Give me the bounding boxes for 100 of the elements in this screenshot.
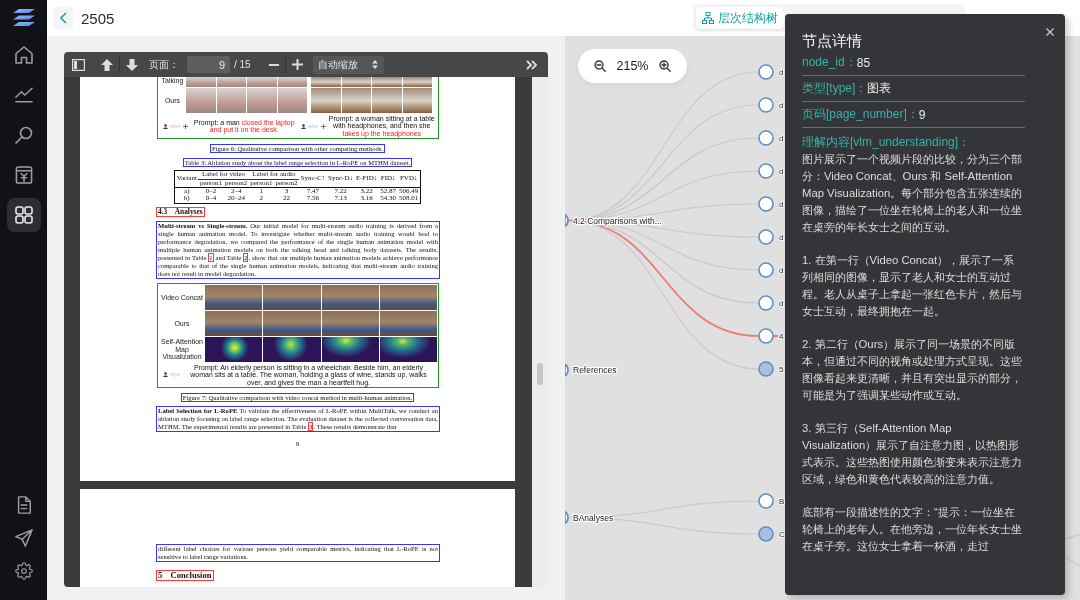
page-number-field[interactable]: 9 <box>187 56 230 73</box>
node-label[interactable]: BAnalyses <box>573 512 614 523</box>
grid-icon <box>14 206 33 224</box>
page-label: 页面： <box>149 57 179 72</box>
photo-placeholder <box>205 284 263 310</box>
search-icon <box>14 126 33 144</box>
close-icon <box>1046 28 1054 36</box>
yen-box-icon <box>14 166 33 184</box>
node-circle-icon[interactable] <box>758 361 774 377</box>
photo-placeholder <box>321 310 379 336</box>
zoom-out-button[interactable] <box>268 63 279 66</box>
section-heading: 5 Conclusion <box>156 570 214 581</box>
heatmap-image <box>263 336 321 362</box>
zoom-in-icon <box>659 60 671 72</box>
zoom-in-button[interactable] <box>291 59 303 70</box>
zoom-mode-select[interactable]: 自动缩放 <box>312 55 384 74</box>
photo-placeholder <box>379 310 437 336</box>
plus-icon <box>291 59 303 70</box>
minus-icon <box>268 63 279 66</box>
node-circle-icon[interactable] <box>758 328 774 344</box>
node-circle-icon[interactable] <box>758 130 774 146</box>
node-label[interactable]: d <box>779 233 784 242</box>
node-label[interactable]: C <box>779 530 785 539</box>
up-down-caret-icon <box>371 60 378 69</box>
logo-icon <box>12 9 35 26</box>
arrow-up-icon <box>101 58 113 71</box>
description-paragraph: 2. 第二行（Ours）展示了同一场景的不同版本，但通过不同的视角或处理方式呈现。这些图像看起来更清晰，并且有突出显示的部分，可能是为了强调某些动作或互动。 <box>802 337 1023 403</box>
person-icon <box>163 372 168 378</box>
field-label: node_id： <box>802 54 857 71</box>
photo-placeholder <box>379 284 437 310</box>
node-label[interactable]: 4.2 Comparisons with... <box>573 215 662 226</box>
node-label[interactable]: d <box>779 68 784 77</box>
node-label[interactable]: d <box>779 167 784 176</box>
sidebar-toggle-icon <box>72 58 85 71</box>
plus-icon <box>320 123 326 129</box>
hierarchy-icon <box>702 12 714 24</box>
node-label[interactable]: d <box>779 299 784 308</box>
node-circle-icon[interactable] <box>758 64 774 80</box>
heatmap-image <box>379 336 437 362</box>
node-label[interactable]: d <box>779 266 784 275</box>
next-page-button[interactable] <box>126 58 138 71</box>
node-circle-icon[interactable] <box>758 262 774 278</box>
zoom-out-icon <box>594 60 606 72</box>
send-icon <box>14 529 33 547</box>
home-icon <box>14 46 33 64</box>
node-label[interactable]: References <box>573 365 617 375</box>
more-tools-button[interactable] <box>526 58 538 71</box>
settings-icon <box>14 562 33 580</box>
zoom-level: 215% <box>616 59 649 73</box>
nav-button[interactable] <box>6 198 41 232</box>
field-value: 9 <box>918 107 926 122</box>
tree-link <box>1064 556 1080 567</box>
back-button[interactable] <box>53 7 73 29</box>
description-paragraph: 图片展示了一个视频片段的比较，分为三个部分：Video Concat、Ours 和 Self-Attention Map Visualization。每个部分包含五张连续的图像，描绘了一位坐在轮椅上的老人和一位坐在桌旁的年长女士之间的互动。 <box>802 152 1024 235</box>
field-value: 85 <box>856 55 871 70</box>
close-button[interactable] <box>1046 28 1054 36</box>
panel-title: 节点详情 <box>802 32 863 50</box>
node-circle-icon[interactable] <box>758 526 774 542</box>
node-circle-icon[interactable] <box>758 163 774 179</box>
waveform-icon <box>170 123 180 129</box>
sidebar-toggle-button[interactable] <box>72 58 85 71</box>
zoom-out-button[interactable] <box>594 60 606 72</box>
node-circle-icon[interactable] <box>758 196 774 212</box>
field-value: 图表 <box>867 80 892 97</box>
arrow-down-icon <box>126 58 138 71</box>
node-label[interactable]: 5 <box>779 365 784 374</box>
description-paragraph: 1. 在第一行（Video Concat），展示了一系列相同的图像，显示了老人和女士的互动过程。老人从桌子上拿起一张红色卡片，然后与女士互动，最终拥抱在一起。 <box>802 253 1023 319</box>
tree-link <box>1064 533 1080 540</box>
heatmap-image <box>321 336 379 362</box>
previous-page-button[interactable] <box>101 58 113 71</box>
node-label[interactable]: d <box>779 200 784 209</box>
node-label[interactable]: d <box>779 134 784 143</box>
field-label: 类型[type]： <box>802 80 868 97</box>
node-circle-icon[interactable] <box>758 229 774 245</box>
resize-handle[interactable] <box>537 363 543 385</box>
page-count: / 15 <box>234 59 251 70</box>
person-icon <box>163 123 168 129</box>
plus-icon <box>183 123 188 129</box>
field-label: 理解内容[vlm_understanding]： <box>802 134 972 151</box>
waveform-icon <box>307 123 318 129</box>
heatmap-image <box>205 336 263 362</box>
node-label[interactable]: d <box>779 101 784 110</box>
description-paragraph: 3. 第三行（Self-Attention Map Visualization）展示了自注意力图，以热图形式表示。这些热图使用颜色渐变来表示注意力区域，绿色和黄色代表较高的注意力值。 <box>802 421 1023 487</box>
page-title: 2505 <box>81 9 115 27</box>
node-label[interactable]: B <box>779 497 785 506</box>
photo-placeholder <box>205 310 263 336</box>
node-circle-icon[interactable] <box>758 97 774 113</box>
double-chevron-right-icon <box>526 58 538 71</box>
chevron-left-icon <box>59 12 67 24</box>
zoom-in-button[interactable] <box>659 60 671 72</box>
person-icon <box>300 123 306 129</box>
photo-placeholder <box>263 310 321 336</box>
description-paragraph: 底部有一段描述性的文字：“提示：一位坐在轮椅上的老年人。在他旁边，一位年长女士坐在桌子旁。这位女士拿着一杯酒，走过 <box>802 505 1023 554</box>
node-label[interactable]: 4 <box>779 332 784 341</box>
field-label: 页码[page_number]： <box>802 106 919 123</box>
photo-placeholder <box>321 284 379 310</box>
node-circle-icon[interactable] <box>758 493 774 509</box>
photo-placeholder <box>263 284 321 310</box>
node-circle-icon[interactable] <box>758 295 774 311</box>
trend-line-icon <box>14 86 33 104</box>
